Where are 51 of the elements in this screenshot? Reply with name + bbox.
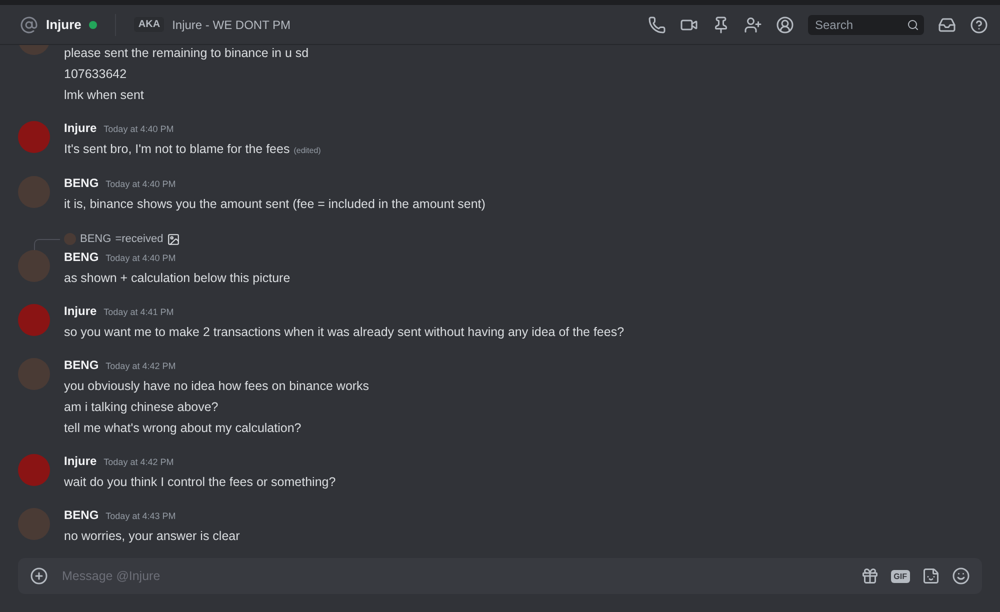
emoji-icon[interactable] xyxy=(952,567,970,585)
channel-name[interactable]: Injure xyxy=(46,17,82,32)
sticker-icon[interactable] xyxy=(922,567,940,585)
search-field[interactable]: Search xyxy=(808,14,924,34)
author-name[interactable]: Injure xyxy=(64,304,97,318)
add-user-icon[interactable] xyxy=(744,16,762,34)
message-text: lmk when sent xyxy=(64,87,145,104)
gif-button[interactable]: GIF xyxy=(890,570,910,582)
timestamp: Today at 4:41 PM xyxy=(104,307,174,317)
reply-avatar xyxy=(64,233,76,245)
author-name[interactable]: BENG xyxy=(64,508,99,522)
message-input[interactable]: Message @Injure xyxy=(60,568,849,584)
author-name[interactable]: BENG xyxy=(64,176,99,190)
profile-icon[interactable] xyxy=(776,16,794,34)
edited-label: (edited) xyxy=(294,146,321,155)
search-icon xyxy=(907,18,919,30)
author-name[interactable]: Injure xyxy=(64,454,97,468)
call-icon[interactable] xyxy=(648,16,666,34)
timestamp: Today at 4:40 PM xyxy=(104,124,174,134)
pin-icon[interactable] xyxy=(712,16,730,34)
nickname: Injure - WE DONT PM xyxy=(172,18,291,32)
timestamp: Today at 4:43 PM xyxy=(106,511,176,521)
message-text: tell me what's wrong about my calculation? xyxy=(64,420,302,437)
author-name[interactable]: Injure xyxy=(64,121,97,135)
author-name[interactable]: BENG xyxy=(64,358,99,372)
message-text: so you want me to make 2 transactions when it was already sent without having any idea of the fees? xyxy=(64,324,624,341)
timestamp: Today at 4:42 PM xyxy=(104,457,174,467)
message-text: you obviously have no idea how fees on binance works xyxy=(64,378,370,395)
message-text: am i talking chinese above? xyxy=(64,399,220,416)
gift-icon[interactable] xyxy=(860,567,879,585)
inbox-icon[interactable] xyxy=(938,16,956,34)
timestamp: Today at 4:40 PM xyxy=(106,179,176,189)
image-icon xyxy=(167,232,180,246)
message-text: 107633642 xyxy=(64,66,128,83)
help-icon[interactable] xyxy=(970,16,988,34)
message-text: It's sent bro, I'm not to blame for the fees (edited) xyxy=(64,141,321,158)
message-text: it is, binance shows you the amount sent (fee = included in the amount sent) xyxy=(64,196,486,213)
author-name[interactable]: BENG xyxy=(64,250,99,264)
message-text: no worries, your answer is clear xyxy=(64,528,240,545)
timestamp: Today at 4:40 PM xyxy=(106,253,176,263)
add-icon[interactable] xyxy=(30,567,48,585)
message-composer[interactable]: Message @Injure GIF xyxy=(18,558,982,594)
message-text: please sent the remaining to binance in u sd xyxy=(64,45,309,62)
timestamp: Today at 4:42 PM xyxy=(106,361,176,371)
search-input[interactable]: Search xyxy=(813,16,907,32)
reply-text: =received xyxy=(115,233,164,245)
message-text: as shown + calculation below this picture xyxy=(64,270,290,287)
aka-label: AKA xyxy=(134,17,164,32)
at-icon xyxy=(20,16,38,34)
message-text: wait do you think I control the fees or something? xyxy=(64,474,336,491)
reply-author: BENG xyxy=(80,233,112,245)
